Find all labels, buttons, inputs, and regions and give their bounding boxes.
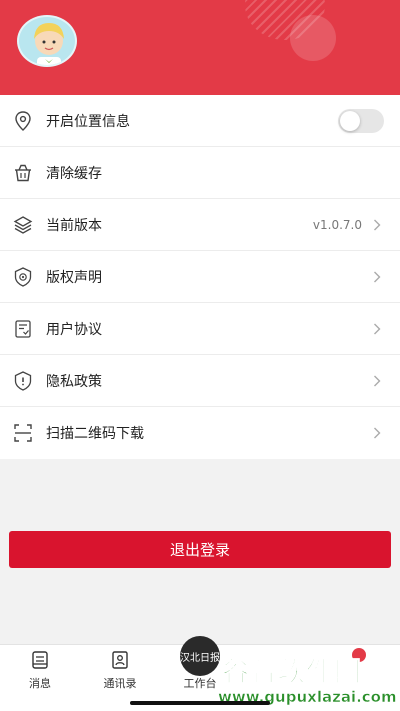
version-label: 当前版本: [46, 217, 102, 234]
location-pin-icon: [12, 110, 34, 132]
home-indicator: [130, 701, 270, 705]
tab-contacts-label: 通讯录: [103, 677, 137, 690]
copyright-label: 版权声明: [46, 269, 102, 286]
layers-icon: [12, 214, 34, 236]
center-logo-text: 汉北日报: [180, 652, 220, 664]
clear-cache-row[interactable]: 清除缓存: [0, 147, 400, 199]
trash-icon: [12, 162, 34, 184]
tab-messages[interactable]: 消息: [0, 649, 80, 691]
tab-contacts[interactable]: 通讯录: [80, 649, 160, 691]
location-row[interactable]: 开启位置信息: [0, 95, 400, 147]
message-icon: [29, 649, 51, 671]
scan-icon: [12, 422, 34, 444]
toggle-knob: [340, 110, 360, 131]
chevron-right-icon: [370, 270, 384, 284]
profile-header: [0, 0, 400, 95]
logout-button[interactable]: 退出登录: [9, 531, 391, 568]
privacy-label: 隐私政策: [46, 373, 102, 390]
privacy-row[interactable]: 隐私政策: [0, 355, 400, 407]
watermark-title: 谷普软件园: [222, 657, 362, 689]
version-row[interactable]: 当前版本 v1.0.7.0: [0, 199, 400, 251]
scan-download-row[interactable]: 扫描二维码下载: [0, 407, 400, 459]
copyright-row[interactable]: 版权声明: [0, 251, 400, 303]
document-icon: [12, 318, 34, 340]
contacts-icon: [109, 649, 131, 671]
settings-menu: 开启位置信息 清除缓存 当前版本 v1.0.7.0 版权声明 用户协议 隐私政策…: [0, 95, 400, 459]
avatar[interactable]: [17, 15, 77, 67]
user-agreement-row[interactable]: 用户协议: [0, 303, 400, 355]
scan-download-label: 扫描二维码下载: [46, 426, 144, 442]
center-logo-button[interactable]: 汉北日报: [180, 636, 220, 676]
version-value: v1.0.7.0: [312, 217, 362, 232]
location-toggle[interactable]: [338, 108, 384, 133]
location-label: 开启位置信息: [46, 113, 130, 130]
chevron-right-icon: [370, 322, 384, 336]
chevron-right-icon: [370, 218, 384, 232]
user-agreement-label: 用户协议: [46, 321, 102, 338]
shield-icon: [12, 266, 34, 288]
tab-workbench-label: 工作台: [183, 677, 217, 690]
chevron-right-icon: [370, 374, 384, 388]
tab-messages-label: 消息: [29, 677, 51, 690]
header-decoration-circle: [290, 15, 336, 61]
clear-cache-label: 清除缓存: [46, 165, 102, 182]
chevron-right-icon: [370, 426, 384, 440]
privacy-shield-icon: [12, 370, 34, 392]
